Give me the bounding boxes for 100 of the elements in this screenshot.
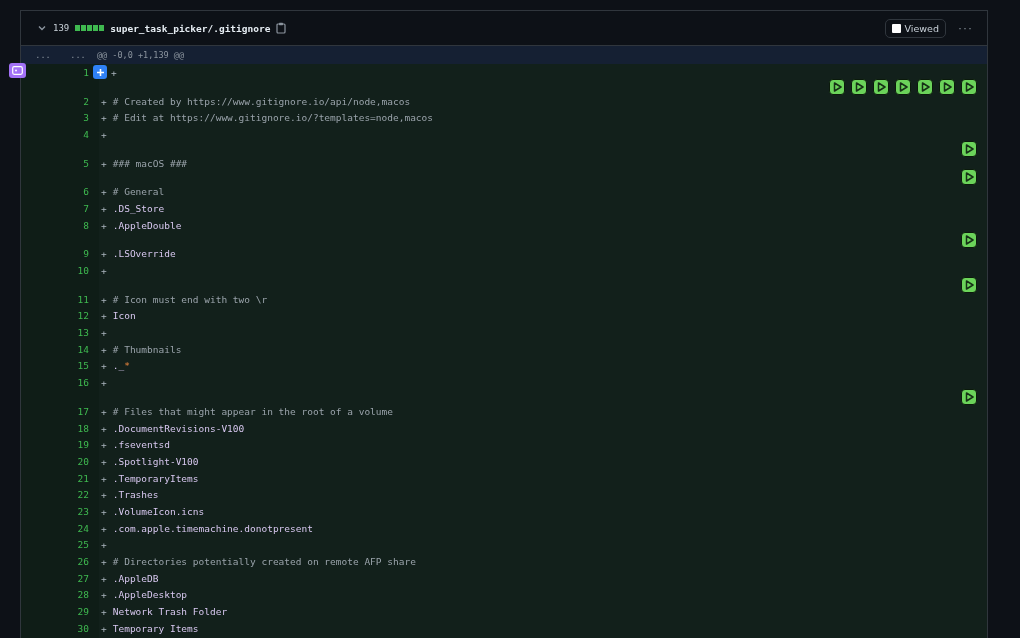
line-number: 4 [83, 128, 89, 140]
code-text: .VolumeIcon.icns [112, 505, 205, 517]
line-number: 20 [77, 455, 89, 467]
play-icon [832, 81, 842, 92]
line-number: 23 [77, 505, 89, 517]
copy-icon[interactable] [276, 22, 287, 34]
code-text: .Spotlight-V100 [112, 455, 199, 467]
play-button[interactable] [961, 78, 977, 95]
play-button[interactable] [961, 276, 977, 293]
diff-marker: + [101, 186, 107, 198]
diff-marker: + [101, 606, 107, 618]
line-number: 22 [77, 489, 89, 501]
diff-marker: + [101, 556, 107, 568]
code-text: .fseventsd [112, 439, 170, 451]
expand-marker[interactable]: ... [21, 50, 65, 60]
diff-marker: + [111, 66, 117, 78]
diff-marker: + [101, 539, 107, 551]
chevron-icon[interactable] [37, 23, 47, 33]
code-text: # Directories potentially created on remote AFP share [112, 556, 416, 568]
line-number: 2 [83, 95, 89, 107]
diff-marker: + [101, 248, 107, 260]
line-number: 18 [77, 422, 89, 434]
play-icon [964, 143, 974, 154]
code-text: .DS_Store [112, 202, 165, 214]
play-button[interactable] [873, 78, 889, 95]
diff-marker: + [101, 589, 107, 601]
line-number: 12 [77, 310, 89, 322]
frame-icon [12, 66, 23, 75]
diff-marker: + [101, 522, 107, 534]
line-number: 3 [83, 112, 89, 124]
plus-icon [95, 67, 105, 77]
line-number: 21 [77, 472, 89, 484]
diff-marker: + [101, 439, 107, 451]
code-text: .com.apple.timemachine.donotpresent [112, 522, 313, 534]
diff-marker: + [101, 157, 107, 169]
play-icon [854, 81, 864, 92]
play-button[interactable] [829, 78, 845, 95]
play-button[interactable] [939, 78, 955, 95]
diff-marker: + [101, 360, 107, 372]
play-icon [876, 81, 886, 92]
code-text: .TemporaryItems [112, 472, 199, 484]
play-button[interactable] [851, 78, 867, 95]
diff-marker: + [101, 293, 107, 305]
diff-marker: + [101, 128, 107, 140]
code-text: .AppleDesktop [112, 589, 188, 601]
diff-marker: + [101, 572, 107, 584]
code-text: Temporary Items [112, 622, 199, 634]
play-button[interactable] [961, 389, 977, 405]
play-button[interactable] [917, 78, 933, 95]
line-number: 27 [77, 572, 89, 584]
checkbox-square[interactable] [891, 23, 901, 33]
play-icon [964, 81, 974, 92]
code-text: Icon [112, 310, 136, 322]
more-options-button[interactable]: ··· [952, 21, 979, 35]
comment-icon[interactable] [9, 63, 26, 78]
code-text: # Edit at https://www.gitignore.io/?templates=node,macos [112, 112, 434, 124]
play-button[interactable] [961, 169, 977, 186]
line-number: 24 [77, 522, 89, 534]
line-number: 8 [83, 219, 89, 231]
line-number: 29 [77, 606, 89, 618]
viewed-label: Viewed [904, 22, 939, 34]
code-text: .AppleDouble [112, 219, 182, 231]
viewed-checkbox[interactable]: Viewed [884, 18, 946, 38]
code-text: .LSOverride [112, 248, 176, 260]
diff-marker: + [101, 377, 107, 389]
code-text: # Thumbnails [112, 343, 182, 355]
line-number: 9 [83, 248, 89, 260]
diff-marker: + [101, 405, 107, 417]
line-number: 26 [77, 556, 89, 568]
file-path[interactable]: super_task_picker/.gitignore [110, 22, 271, 34]
code-text: .DocumentRevisions-V100 [112, 422, 245, 434]
diff-marker: + [101, 310, 107, 322]
play-button[interactable] [895, 78, 911, 95]
diff-marker: + [101, 95, 107, 107]
play-icon [964, 392, 974, 402]
line-number: 5 [83, 157, 89, 169]
add-comment-button[interactable] [93, 65, 107, 79]
line-number: 13 [77, 327, 89, 339]
play-icon [920, 81, 930, 92]
diff-marker: + [101, 489, 107, 501]
change-count: 139 [53, 23, 70, 33]
play-button[interactable] [961, 231, 977, 248]
play-button[interactable] [961, 140, 977, 157]
diff-marker: + [101, 505, 107, 517]
line-number: 11 [77, 293, 89, 305]
play-icon [942, 81, 952, 92]
line-number: 30 [77, 622, 89, 634]
play-icon [964, 234, 974, 245]
code-text: Network Trash Folder [112, 606, 228, 618]
expand-marker[interactable]: ... [65, 50, 91, 60]
hunk-header: @@ -0,0 +1,139 @@ [96, 50, 184, 60]
diff-marker: + [101, 622, 107, 634]
line-number: 25 [77, 539, 89, 551]
diff-marker: + [101, 343, 107, 355]
line-number: 17 [77, 405, 89, 417]
code-text: ### macOS ### [112, 157, 188, 169]
line-number: 6 [83, 186, 89, 198]
code-text: # Created by https://www.gitignore.io/api/node,macos [112, 95, 411, 107]
line-number: 14 [77, 343, 89, 355]
code-text: ._* [112, 360, 130, 372]
